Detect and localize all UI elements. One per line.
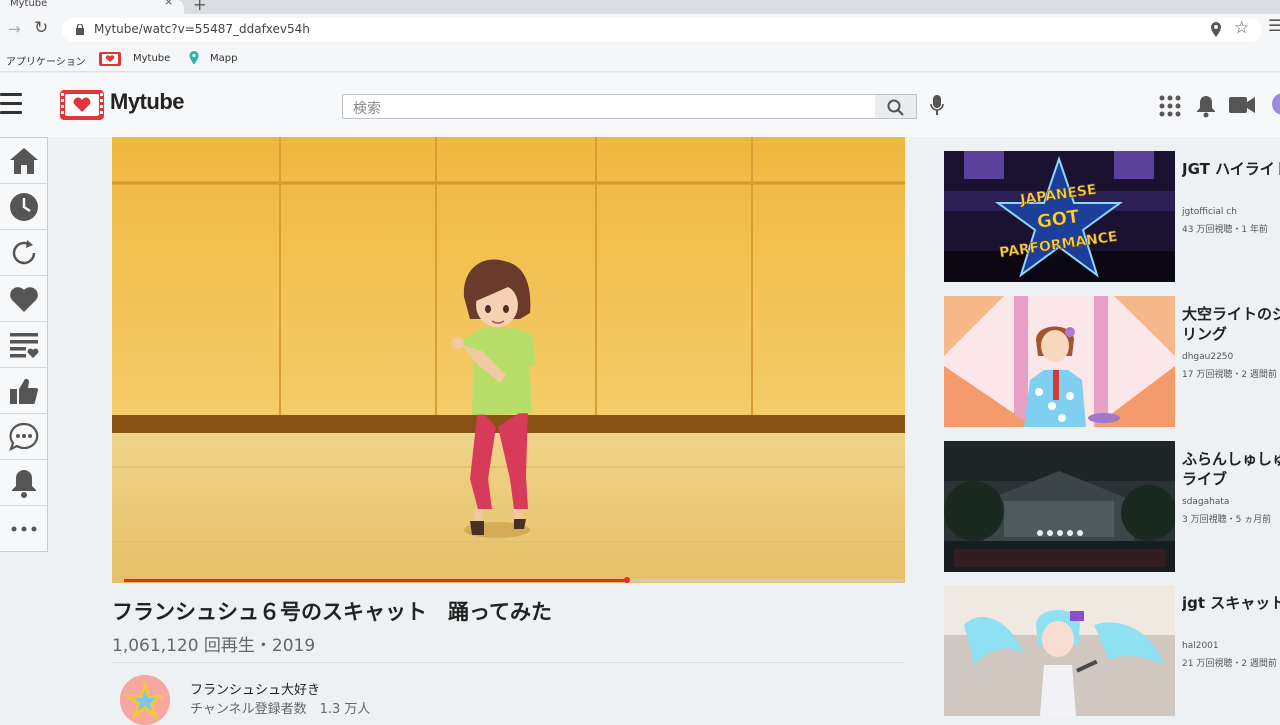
browser-menu-icon[interactable]: ☰ — [1268, 16, 1280, 35]
user-avatar[interactable] — [1272, 93, 1280, 115]
recommendation-title[interactable]: jgt スキャット — [1182, 593, 1280, 613]
location-icon[interactable] — [1210, 22, 1222, 38]
bookmark-mytube[interactable]: Mytube — [133, 53, 170, 64]
playlist-icon[interactable] — [0, 322, 48, 368]
recommendation-title[interactable]: JGT ハイライト — [1182, 159, 1280, 179]
recommendation-item[interactable]: JAPANESE GOT PARFORMANCE JGT ハイライト jgtof… — [944, 151, 1280, 282]
video-title: フランシュシュ６号のスキャット 踊ってみた — [112, 600, 552, 624]
recommendation-title[interactable]: 大空ライトのジ リング — [1182, 304, 1280, 344]
channel-name[interactable]: フランシュシュ大好き — [190, 679, 320, 698]
recommendation-stats: 3 万回視聴・5 ヵ月前 — [1182, 515, 1272, 525]
map-pin-icon — [189, 51, 199, 65]
browser-tab[interactable]: Mytube × — [0, 0, 184, 14]
divider — [112, 662, 905, 663]
bookmarks-bar: アプリケーション Mytube Mapp — [0, 46, 1280, 72]
hamburger-menu-icon[interactable] — [0, 93, 22, 117]
heart-icon[interactable] — [0, 276, 48, 322]
bookmark-star-icon[interactable]: ☆ — [1234, 18, 1249, 38]
recommendation-item[interactable]: ふらんしゅしゅ ライブ sdagahata 3 万回視聴・5 ヵ月前 — [944, 441, 1280, 572]
history-icon[interactable] — [0, 184, 48, 230]
video-meta: 1,061,120 回再生・2019 — [112, 636, 316, 656]
new-tab-icon[interactable]: + — [193, 0, 206, 14]
recommendation-channel: jgtofficial ch — [1182, 207, 1237, 217]
video-thumbnail[interactable] — [944, 296, 1175, 427]
search-icon — [887, 99, 904, 116]
mic-icon[interactable] — [930, 95, 944, 117]
notifications-bell-icon[interactable] — [1196, 94, 1216, 118]
address-bar[interactable]: Mytube/watc?v=55487_ddafxev54h ☆ — [62, 18, 1262, 42]
refresh-icon[interactable] — [0, 230, 48, 276]
video-frame — [112, 137, 905, 583]
recommendation-item[interactable]: 大空ライトのジ リング dhgau2250 17 万回視聴・2 週間前 — [944, 296, 1280, 427]
recommendation-channel: dhgau2250 — [1182, 352, 1234, 362]
progress-fill — [124, 579, 628, 582]
channel-avatar[interactable] — [120, 675, 170, 725]
upload-video-icon[interactable] — [1229, 97, 1255, 113]
chat-icon[interactable] — [0, 414, 48, 460]
tab-strip: Mytube × + — [0, 0, 1280, 14]
recommendation-stats: 17 万回視聴・2 週間前 — [1182, 370, 1277, 380]
recommendation-stats: 21 万回視聴・2 週間前 — [1182, 659, 1277, 669]
bookmark-apps[interactable]: アプリケーション — [6, 53, 86, 68]
video-thumbnail[interactable]: JAPANESE GOT PARFORMANCE — [944, 151, 1175, 282]
bookmark-mapp[interactable]: Mapp — [210, 53, 237, 64]
mytube-logo-icon — [99, 52, 121, 66]
lock-icon — [76, 24, 84, 35]
video-thumbnail[interactable] — [944, 585, 1175, 716]
video-thumbnail[interactable] — [944, 441, 1175, 572]
tab-title: Mytube — [10, 0, 48, 9]
recommendation-item[interactable]: jgt スキャット hal2001 21 万回視聴・2 週間前 — [944, 585, 1280, 716]
channel-subscribers: チャンネル登録者数 1.3 万人 — [190, 702, 371, 717]
recommendation-channel: sdagahata — [1182, 497, 1230, 507]
search-input[interactable]: 検索 — [342, 94, 876, 119]
apps-grid-icon[interactable] — [1159, 95, 1181, 117]
thumbs-up-icon[interactable] — [0, 368, 48, 414]
home-icon[interactable] — [0, 138, 48, 184]
brand-name[interactable]: Mytube — [110, 89, 185, 115]
left-sidebar — [0, 137, 48, 552]
close-icon[interactable]: × — [164, 0, 173, 7]
url-text: Mytube/watc?v=55487_ddafxev54h — [94, 22, 310, 36]
search-button[interactable] — [875, 94, 917, 119]
browser-toolbar: → ↻ Mytube/watc?v=55487_ddafxev54h ☆ ☰ — [0, 14, 1280, 46]
reload-icon[interactable]: ↻ — [34, 18, 48, 38]
recommendation-title[interactable]: ふらんしゅしゅ ライブ — [1182, 449, 1280, 489]
brand-logo-icon[interactable] — [60, 90, 104, 120]
video-player[interactable] — [112, 137, 905, 583]
bell-icon[interactable] — [0, 460, 48, 506]
app-header: Mytube 検索 — [0, 73, 1280, 137]
recommendation-stats: 43 万回視聴・1 年前 — [1182, 225, 1268, 235]
recommendation-channel: hal2001 — [1182, 641, 1219, 651]
more-icon[interactable] — [0, 506, 48, 552]
forward-icon[interactable]: → — [8, 20, 21, 38]
